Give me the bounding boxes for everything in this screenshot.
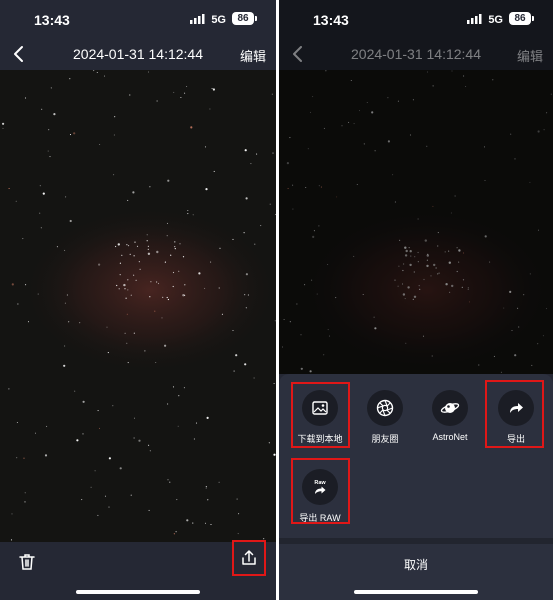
page-title: 2024-01-31 14:12:44 <box>73 46 203 62</box>
highlight-export-raw <box>291 458 350 524</box>
moments-icon <box>367 390 403 426</box>
network-label: 5G <box>211 14 226 26</box>
photo-viewer-screen: 13:43 5G 86 2024-01-31 14:12:44 编辑 <box>0 0 276 600</box>
battery-icon: 86 <box>232 12 257 25</box>
signal-icon <box>467 14 482 24</box>
trash-icon[interactable] <box>16 551 38 573</box>
status-time: 13:43 <box>313 12 349 28</box>
network-label: 5G <box>488 14 503 26</box>
share-icon <box>242 550 256 565</box>
share-sheet: 下载到本地 朋友圈 AstroNet 导出 Raw 导出 RAW 取消 <box>279 374 553 600</box>
nav-bar: 2024-01-31 14:12:44 编辑 <box>0 40 276 70</box>
home-indicator <box>76 590 200 594</box>
share-button[interactable] <box>232 540 266 576</box>
astronet-option[interactable]: AstroNet <box>419 390 481 442</box>
status-time: 13:43 <box>34 12 70 28</box>
edit-button: 编辑 <box>516 49 543 64</box>
status-bar: 13:43 5G 86 <box>279 0 553 40</box>
sheet-divider <box>279 538 553 544</box>
home-indicator <box>354 590 478 594</box>
page-title: 2024-01-31 14:12:44 <box>351 46 481 62</box>
moments-option[interactable]: 朋友圈 <box>354 390 416 445</box>
highlight-export <box>485 380 544 448</box>
share-sheet-screen: 13:43 5G 86 2024-01-31 14:12:44 编辑 下载到本地… <box>279 0 553 600</box>
back-icon[interactable] <box>8 43 30 65</box>
nav-bar: 2024-01-31 14:12:44 编辑 <box>279 40 553 70</box>
cancel-button[interactable]: 取消 <box>279 556 553 573</box>
planet-icon <box>432 390 468 426</box>
signal-icon <box>190 14 205 24</box>
moments-option-label: 朋友圈 <box>371 434 399 444</box>
status-bar: 13:43 5G 86 <box>0 0 276 40</box>
highlight-download <box>291 382 350 448</box>
astronet-option-label: AstroNet <box>432 432 468 442</box>
star-photo <box>0 70 276 542</box>
dim-overlay[interactable]: 13:43 5G 86 2024-01-31 14:12:44 编辑 <box>279 0 553 374</box>
battery-icon: 86 <box>509 12 534 25</box>
edit-button[interactable]: 编辑 <box>240 46 266 65</box>
back-icon <box>293 46 302 62</box>
